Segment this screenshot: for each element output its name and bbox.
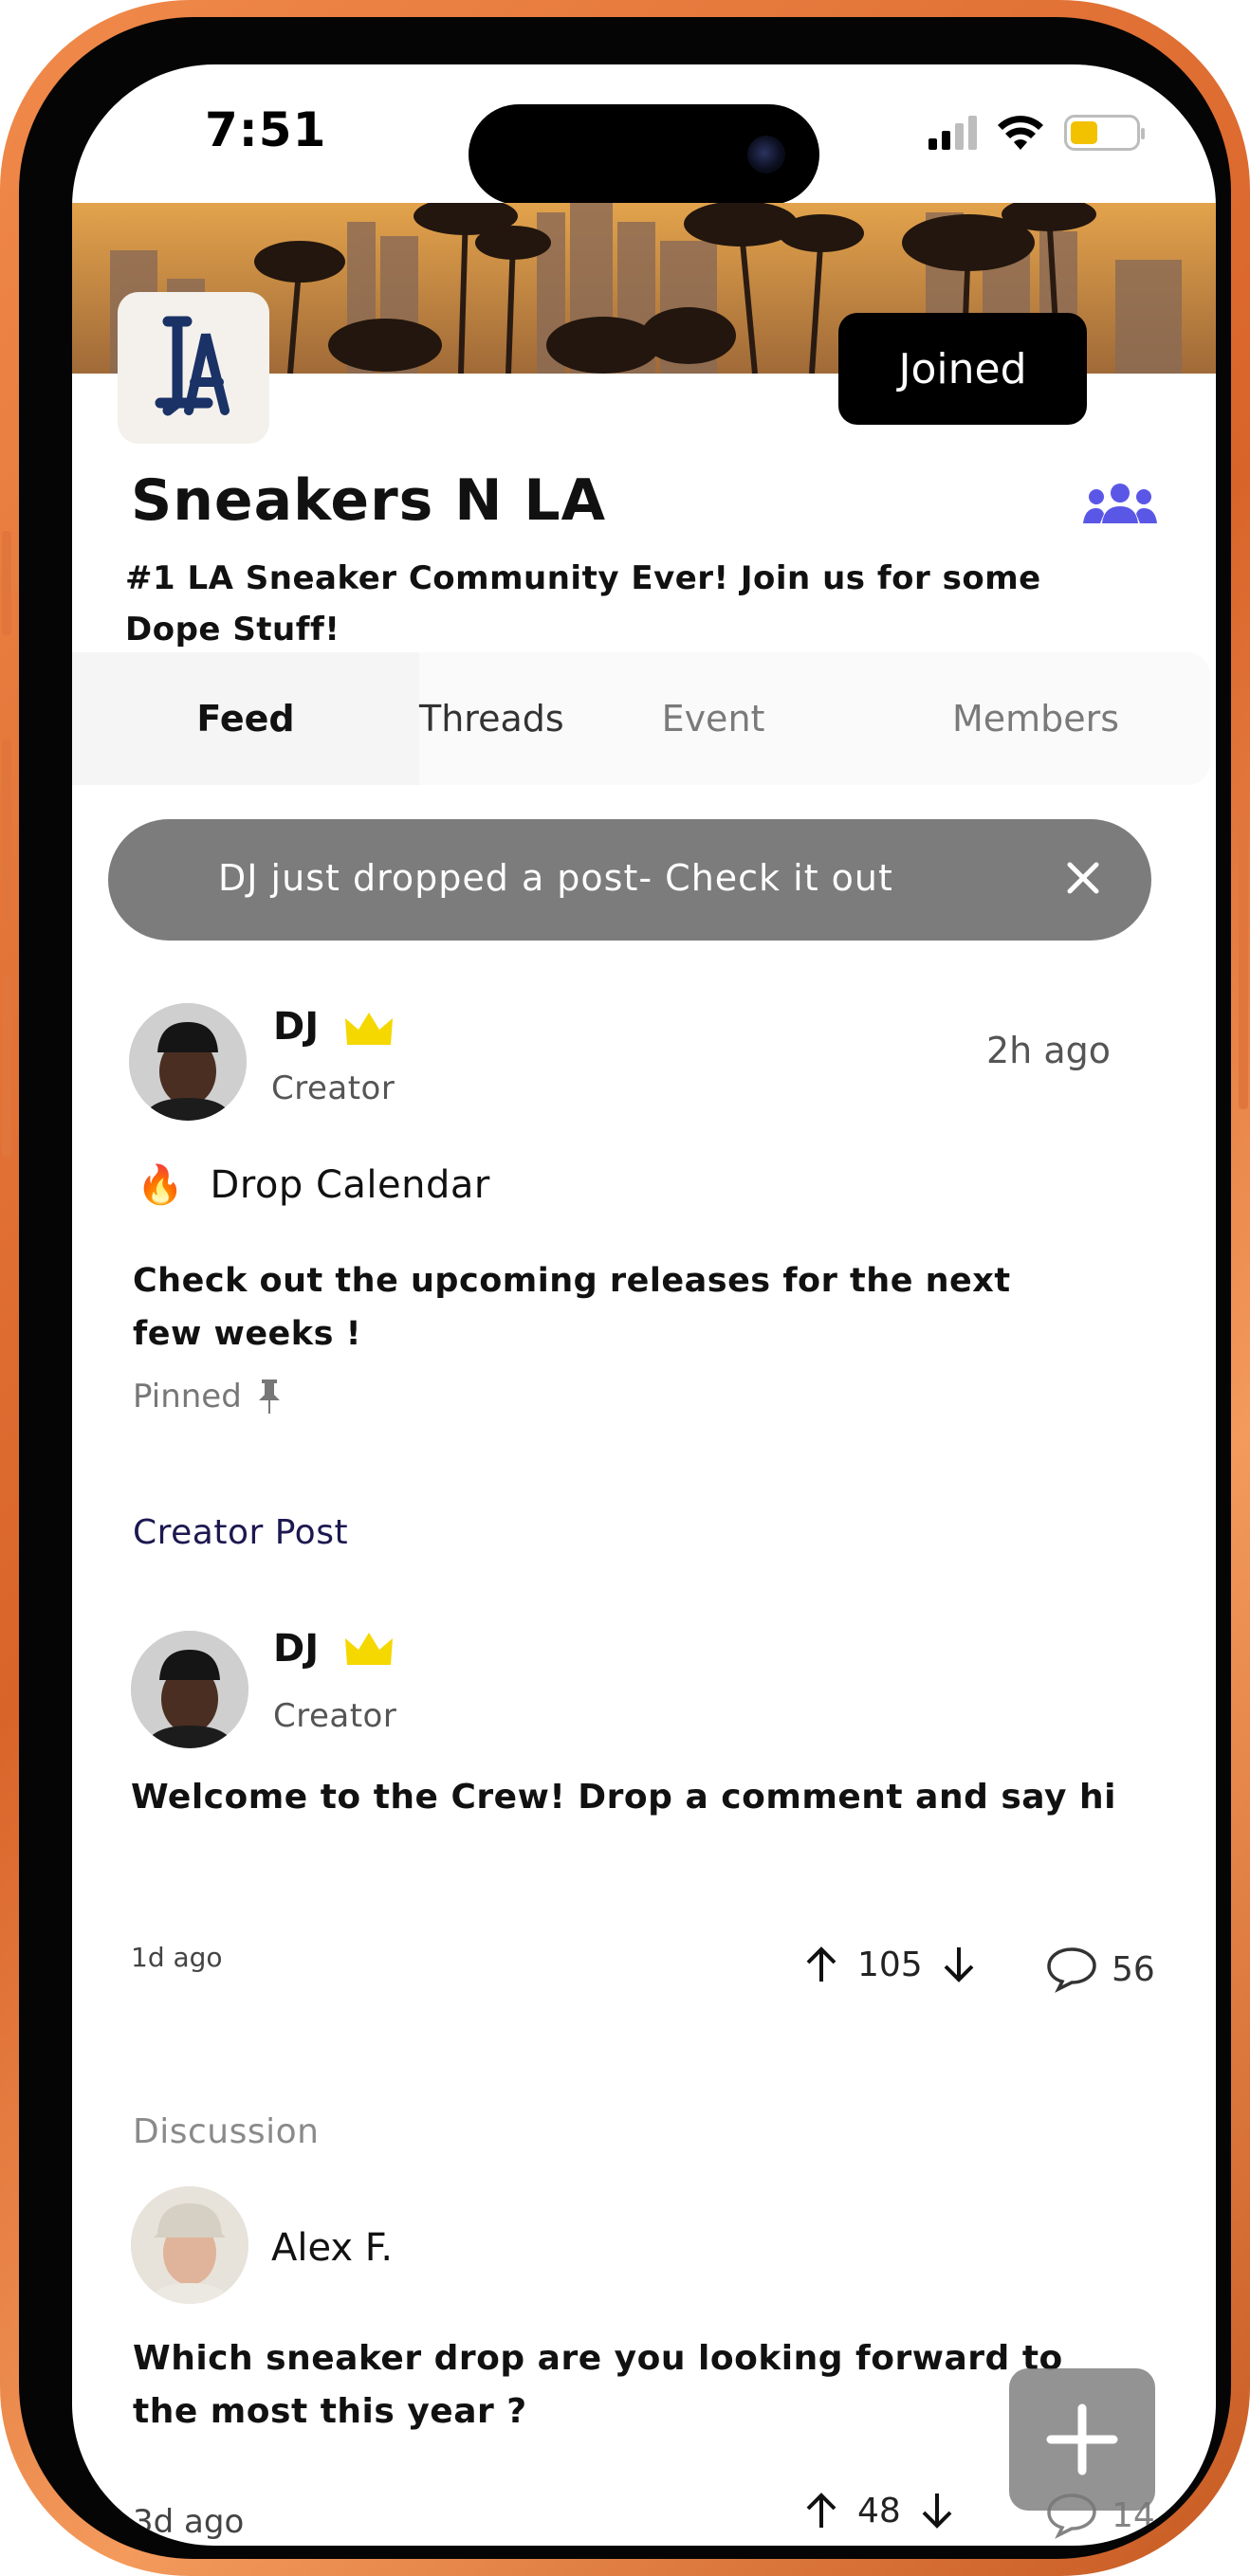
action-button [2, 531, 11, 635]
downvote-icon[interactable] [918, 2490, 956, 2531]
comment-icon [1047, 1947, 1096, 1993]
members-icon[interactable] [1083, 482, 1157, 525]
post-time: 3d ago [133, 2503, 245, 2541]
section-label: Creator Post [133, 1513, 349, 1552]
crown-icon [345, 1633, 393, 1665]
new-post-toast[interactable]: DJ just dropped a post- Check it out [108, 819, 1151, 941]
avatar[interactable] [131, 2186, 248, 2304]
post-title-text: Drop Calendar [210, 1163, 490, 1207]
avatar[interactable] [129, 1003, 247, 1121]
dynamic-island [469, 104, 819, 205]
toast-text: DJ just dropped a post- Check it out [218, 857, 893, 899]
crown-icon [345, 1013, 393, 1045]
tab-members[interactable]: Members [865, 652, 1206, 785]
post-body: Check out the upcoming releases for the … [133, 1262, 1011, 1353]
vote-controls: 48 [802, 2490, 956, 2531]
post-body: Welcome to the Crew! Drop a comment and … [131, 1778, 1116, 1817]
post-title[interactable]: 🔥 Drop Calendar [137, 1162, 490, 1207]
comments-button[interactable]: 56 [1045, 1946, 1155, 1993]
screen: 7:51 Joined Sneakers N LA #1 LA Sneaker … [72, 64, 1216, 2546]
post-author[interactable]: DJ [273, 1005, 319, 1049]
volume-up-button [2, 740, 11, 920]
tab-bar: Feed Threads Event Members [72, 652, 1210, 785]
post-author-role: Creator [271, 1069, 395, 1107]
tab-feed[interactable]: Feed [72, 652, 419, 785]
pinned-indicator: Pinned [133, 1378, 284, 1416]
post-body: Which sneaker drop are you looking forwa… [133, 2339, 1063, 2431]
group-description: #1 LA Sneaker Community Ever! Join us fo… [125, 559, 1041, 649]
cellular-signal-icon [928, 116, 977, 150]
wifi-icon [998, 116, 1043, 150]
post-time: 1d ago [131, 1942, 223, 1973]
downvote-icon[interactable] [940, 1944, 978, 1985]
status-icons [928, 114, 1145, 152]
vote-controls: 105 [802, 1944, 978, 1985]
group-logo [118, 292, 269, 444]
post-time: 2h ago [986, 1030, 1111, 1071]
post-author[interactable]: Alex F. [271, 2226, 393, 2270]
la-logo-icon [155, 316, 230, 416]
section-label: Discussion [133, 2112, 320, 2151]
pin-icon [258, 1379, 280, 1414]
group-name: Sneakers N LA [131, 467, 607, 534]
post-author-role: Creator [273, 1697, 397, 1735]
volume-down-button [2, 977, 11, 1157]
vote-count: 105 [857, 1945, 923, 1984]
avatar[interactable] [131, 1631, 248, 1748]
tab-event[interactable]: Event [561, 652, 865, 785]
joined-button[interactable]: Joined [838, 313, 1087, 425]
plus-icon [1046, 2403, 1118, 2476]
camera-icon [747, 136, 785, 174]
pinned-label: Pinned [133, 1378, 242, 1416]
phone-bezel: 7:51 Joined Sneakers N LA #1 LA Sneaker … [19, 17, 1231, 2559]
battery-icon [1064, 115, 1145, 151]
phone-frame: 7:51 Joined Sneakers N LA #1 LA Sneaker … [0, 0, 1250, 2576]
upvote-icon[interactable] [802, 1944, 840, 1985]
power-button [1239, 796, 1248, 1109]
comment-count: 56 [1112, 1949, 1155, 1989]
create-post-button[interactable] [1009, 2368, 1155, 2511]
status-time: 7:51 [205, 102, 327, 157]
upvote-icon[interactable] [802, 2490, 840, 2531]
vote-count: 48 [857, 2491, 901, 2530]
close-icon[interactable] [1062, 857, 1104, 899]
fire-icon: 🔥 [137, 1163, 185, 1207]
tab-threads[interactable]: Threads [419, 652, 564, 785]
post-author[interactable]: DJ [273, 1627, 319, 1671]
